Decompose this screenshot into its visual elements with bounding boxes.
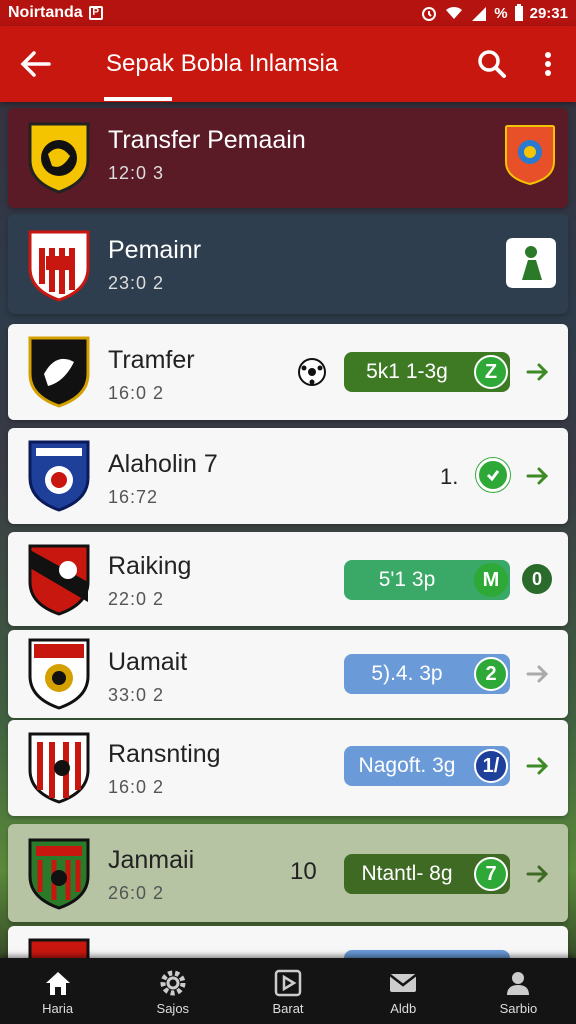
score-badge: Z [474,355,508,389]
club-crest-icon [28,122,90,194]
chevron-right-icon[interactable] [524,661,550,687]
player-thumbnail-icon [506,238,556,288]
item-time: 23:0 2 [108,273,165,293]
club-crest-icon [28,336,90,408]
more-button[interactable] [520,26,576,102]
notification-icon: P [88,6,103,20]
list-item[interactable]: Tramfer 16:0 2 5k1 1-3g Z [8,324,568,420]
search-button[interactable] [464,26,520,102]
item-title: Transfer Pemaain [108,126,306,154]
score-pill[interactable]: 5).4. 3p 2 [344,654,510,694]
list-item[interactable]: Ransnting 16:0 2 Nagoft. 3g 1/ [8,720,568,816]
item-title: Pemainr [108,236,202,264]
list-item[interactable]: Janmaii 26:0 2 10 Ntantl- 8g 7 [8,824,568,922]
status-badge [476,458,510,492]
wifi-icon [446,6,463,19]
item-title: Janmaii [108,846,195,874]
item-time: 33:0 2 [108,685,165,705]
item-title: Alaholin 7 [108,450,218,478]
score-pill[interactable]: 5k1 1-3g Z [344,352,510,392]
status-right: % 29:31 [420,4,568,22]
item-title: Raiking [108,552,192,580]
clock: 29:31 [529,4,568,22]
chevron-right-icon[interactable] [524,359,550,385]
score-badge: M [474,563,508,597]
battery-percent: % [494,4,508,22]
club-crest-icon [28,638,90,710]
list-item[interactable]: Transfer Pemaain 12:0 3 [8,108,568,208]
check-icon [486,470,500,482]
nav-label: Haria [42,1000,74,1016]
back-arrow-icon [20,51,51,77]
score-badge: 1/ [474,749,508,783]
score-badge: 2 [474,657,508,691]
status-bar: Noirtanda P % 29:31 [0,0,576,26]
signal-icon [472,7,487,21]
settings-icon [160,970,186,995]
item-time: 16:0 2 [108,777,165,797]
alarm-icon [422,7,437,21]
score-badge: 7 [474,857,508,891]
search-icon [478,50,506,78]
item-time: 16:72 [108,487,159,507]
item-time: 12:0 3 [108,163,165,183]
club-crest-icon [28,732,90,804]
bottom-nav: Haria Sajos Barat Aldb Sarbio [0,958,576,1024]
list-item[interactable]: Pemainr 23:0 2 [8,214,568,314]
score-text: 1. [440,464,459,489]
status-left: Noirtanda P [8,4,103,22]
back-button[interactable] [0,26,72,102]
nav-item-home[interactable]: Haria [0,958,115,1024]
chevron-right-icon[interactable] [524,861,550,887]
nav-label: Barat [272,1000,304,1016]
tab-indicator [104,97,172,101]
nav-label: Sarbio [499,1000,538,1016]
club-flag-icon [505,125,555,186]
home-icon [45,971,70,995]
app-bar: Sepak Bobla Inlamsia [0,26,576,102]
nav-item-play[interactable]: Barat [230,958,345,1024]
score-pill[interactable]: 5'1 3p M [344,560,510,600]
nav-label: Sajos [156,1000,190,1016]
club-crest-icon [28,440,90,512]
profile-icon [507,971,530,995]
chevron-right-icon[interactable] [524,463,550,489]
score-pill[interactable]: Nagoft. 3g 1/ [344,746,510,786]
list-item[interactable]: Raiking 22:0 2 5'1 3p M 0 [8,532,568,626]
item-time: 26:0 2 [108,883,165,903]
club-crest-icon [28,230,90,302]
item-title: Ransnting [108,740,221,768]
page-title: Sepak Bobla Inlamsia [106,50,339,77]
nav-item-mail[interactable]: Aldb [346,958,461,1024]
list-item[interactable]: Alaholin 7 16:72 1. [8,428,568,524]
count-badge: 0 [522,564,552,594]
nav-item-settings[interactable]: Sajos [115,958,230,1024]
soccer-ball-icon [298,358,326,386]
nav-item-profile[interactable]: Sarbio [461,958,576,1024]
play-icon [274,969,302,996]
item-time: 16:0 2 [108,383,165,403]
item-title: Uamait [108,648,188,676]
nav-label: Aldb [390,1000,417,1016]
item-time: 22:0 2 [108,589,165,609]
list-item[interactable]: Uamait 33:0 2 5).4. 3p 2 [8,630,568,718]
mail-icon [389,973,417,992]
score-pill[interactable]: Ntantl- 8g 7 [344,854,510,894]
club-crest-icon [28,838,90,910]
club-crest-icon [28,544,90,616]
chevron-right-icon[interactable] [524,753,550,779]
carrier-label: Noirtanda [8,4,83,21]
more-vert-icon [545,52,551,76]
item-title: Tramfer [108,346,195,374]
prefix-number: 10 [290,858,317,885]
battery-icon [514,4,523,21]
